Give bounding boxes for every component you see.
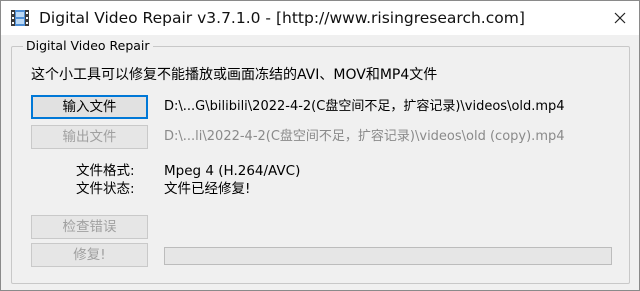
close-icon bbox=[614, 9, 626, 28]
film-strip-icon bbox=[10, 8, 30, 28]
groupbox-title: Digital Video Repair bbox=[23, 38, 153, 54]
progress-bar bbox=[164, 247, 612, 265]
window-title: Digital Video Repair v3.7.1.0 - [http://… bbox=[39, 9, 525, 27]
file-format-value: Mpeg 4 (H.264/AVC) bbox=[164, 163, 301, 179]
check-errors-button[interactable]: 检查错误 bbox=[31, 215, 148, 239]
output-file-button[interactable]: 输出文件 bbox=[31, 125, 148, 149]
input-file-button[interactable]: 输入文件 bbox=[31, 95, 148, 119]
close-button[interactable] bbox=[601, 1, 639, 35]
repair-button[interactable]: 修复! bbox=[31, 243, 148, 267]
file-status-value: 文件已经修复! bbox=[164, 181, 251, 197]
input-file-path: D:\...G\bilibili\2022-4-2(C盘空间不足，扩容记录)\v… bbox=[164, 99, 565, 114]
title-bar[interactable]: Digital Video Repair v3.7.1.0 - [http://… bbox=[1, 1, 639, 35]
file-format-label: 文件格式: bbox=[76, 163, 135, 179]
file-status-label: 文件状态: bbox=[76, 181, 135, 197]
output-file-path: D:\...li\2022-4-2(C盘空间不足，扩容记录)\videos\ol… bbox=[164, 129, 565, 144]
app-window: Digital Video Repair v3.7.1.0 - [http://… bbox=[0, 0, 640, 291]
description-text: 这个小工具可以修复不能播放或画面冻结的AVI、MOV和MP4文件 bbox=[31, 67, 438, 83]
